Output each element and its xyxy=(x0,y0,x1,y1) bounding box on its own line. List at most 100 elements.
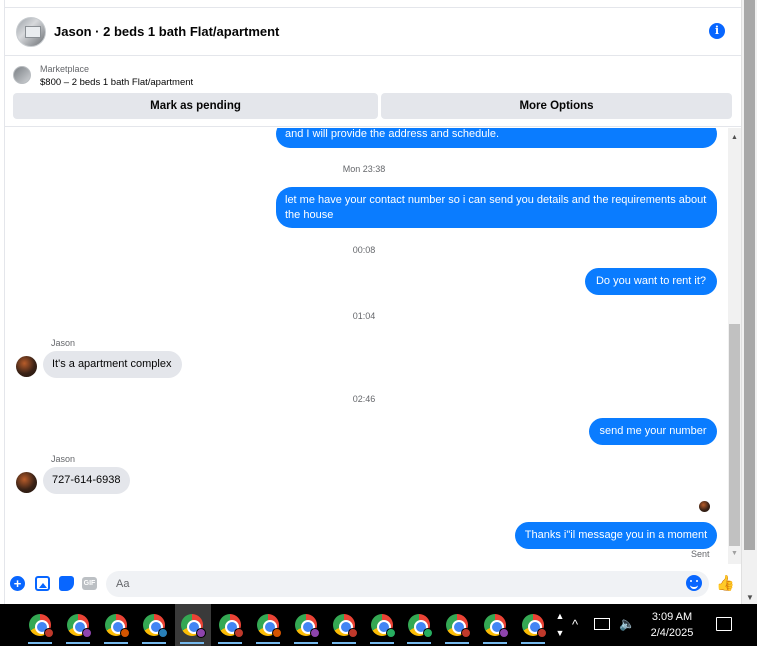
profile-badge xyxy=(272,628,282,638)
chrome-profile-icon[interactable] xyxy=(101,610,131,644)
page-scrollbar[interactable]: ▼ xyxy=(741,0,757,604)
outgoing-message: and I will provide the address and sched… xyxy=(276,128,717,148)
timestamp: 00:08 xyxy=(352,245,376,255)
chrome-profile-icon[interactable] xyxy=(215,610,245,644)
read-receipt-avatar xyxy=(699,501,710,512)
running-indicator xyxy=(142,642,166,644)
running-indicator xyxy=(332,642,356,644)
chat-window: Jason · 2 beds 1 bath Flat/apartment i M… xyxy=(4,0,741,604)
running-indicator xyxy=(294,642,318,644)
running-indicator xyxy=(218,642,242,644)
window-top-strip xyxy=(5,0,741,8)
clock-time: 3:09 AM xyxy=(651,611,693,623)
profile-badge xyxy=(386,628,396,638)
notification-center-icon[interactable] xyxy=(716,617,732,631)
chrome-profile-icon[interactable] xyxy=(291,610,321,644)
running-indicator xyxy=(28,642,52,644)
incoming-message: 727-614-6938 xyxy=(43,467,130,494)
profile-badge xyxy=(423,628,433,638)
running-indicator xyxy=(256,642,280,644)
plus-icon[interactable]: + xyxy=(10,576,25,591)
running-indicator xyxy=(370,642,394,644)
outgoing-message: send me your number xyxy=(589,418,717,445)
running-indicator xyxy=(66,642,90,644)
chrome-profile-icon[interactable] xyxy=(139,610,169,644)
taskbar-scroll-chevron-icon[interactable]: ▲ ▼ xyxy=(553,608,567,642)
scroll-down-arrow-icon[interactable]: ▼ xyxy=(728,550,741,560)
running-indicator xyxy=(521,642,545,644)
outgoing-message: Do you want to rent it? xyxy=(585,268,717,295)
mark-as-pending-button[interactable]: Mark as pending xyxy=(13,93,378,119)
timestamp: 01:04 xyxy=(352,311,376,321)
sender-name: Jason xyxy=(51,338,76,348)
profile-badge xyxy=(44,628,54,638)
chrome-profile-icon[interactable] xyxy=(63,610,93,644)
message-text: 727-614-6938 xyxy=(52,474,121,486)
profile-badge xyxy=(537,628,547,638)
chrome-profile-icon[interactable] xyxy=(442,610,472,644)
chrome-profile-icon[interactable] xyxy=(480,610,510,644)
listing-thumbnail[interactable] xyxy=(13,66,31,84)
network-icon[interactable] xyxy=(594,618,610,630)
message-text: send me your number xyxy=(599,425,707,437)
gif-icon[interactable]: GIF xyxy=(82,577,97,590)
running-indicator xyxy=(483,642,507,644)
timestamp: 02:46 xyxy=(352,394,376,404)
timestamp: Mon 23:38 xyxy=(342,164,386,174)
listing-title[interactable]: $800 – 2 beds 1 bath Flat/apartment xyxy=(40,77,193,88)
profile-badge xyxy=(499,628,509,638)
chrome-profile-icon[interactable] xyxy=(404,610,434,644)
chrome-profile-icon[interactable] xyxy=(253,610,283,644)
more-options-button[interactable]: More Options xyxy=(381,93,732,119)
page-scroll-down-icon[interactable]: ▼ xyxy=(742,593,757,602)
info-icon[interactable]: i xyxy=(709,23,725,39)
scroll-thumb[interactable] xyxy=(729,324,740,546)
running-indicator xyxy=(407,642,431,644)
profile-badge xyxy=(234,628,244,638)
attach-image-icon[interactable] xyxy=(35,576,50,591)
message-text: let me have your contact number so i can… xyxy=(285,194,707,221)
message-text: It's a apartment complex xyxy=(52,358,172,370)
profile-badge xyxy=(348,628,358,638)
profile-badge xyxy=(461,628,471,638)
page-scroll-thumb[interactable] xyxy=(744,0,755,550)
conversation-avatar[interactable] xyxy=(16,16,46,47)
message-text: and I will provide the address and sched… xyxy=(285,128,500,140)
running-indicator xyxy=(104,642,128,644)
sticker-icon[interactable] xyxy=(59,576,74,591)
chrome-profile-icon[interactable] xyxy=(367,610,397,644)
listing-source: Marketplace xyxy=(40,64,90,74)
chrome-profile-icon[interactable] xyxy=(25,610,55,644)
chrome-profile-icon[interactable] xyxy=(177,610,207,644)
scroll-up-arrow-icon[interactable]: ▲ xyxy=(728,134,741,144)
chrome-profile-icon[interactable] xyxy=(329,610,359,644)
sender-avatar[interactable] xyxy=(16,472,37,493)
conversation-title[interactable]: Jason · 2 beds 1 bath Flat/apartment xyxy=(54,24,279,39)
volume-icon[interactable]: 🔈 xyxy=(619,616,635,632)
chrome-profile-icon[interactable] xyxy=(518,610,548,644)
system-clock[interactable]: 3:09 AM 2/4/2025 xyxy=(640,609,704,641)
sent-status: Sent xyxy=(691,549,710,559)
profile-badge xyxy=(158,628,168,638)
incoming-message: It's a apartment complex xyxy=(43,351,182,378)
profile-badge xyxy=(196,628,206,638)
profile-badge xyxy=(310,628,320,638)
message-thread: and I will provide the address and sched… xyxy=(5,128,724,564)
message-scrollbar[interactable]: ▲ ▼ xyxy=(728,128,741,564)
running-indicator xyxy=(445,642,469,644)
tray-overflow-icon[interactable]: ^ xyxy=(572,617,578,632)
chat-header: Jason · 2 beds 1 bath Flat/apartment i xyxy=(5,8,741,56)
marketplace-listing-panel: Marketplace $800 – 2 beds 1 bath Flat/ap… xyxy=(5,57,741,127)
sender-avatar[interactable] xyxy=(16,356,37,377)
profile-badge xyxy=(120,628,130,638)
emoji-icon[interactable] xyxy=(686,575,702,591)
profile-badge xyxy=(82,628,92,638)
outgoing-message: Thanks i"il message you in a moment xyxy=(515,522,717,549)
message-text: Thanks i"il message you in a moment xyxy=(524,529,708,541)
running-indicator xyxy=(180,642,204,644)
message-input[interactable] xyxy=(106,571,709,597)
thumbs-up-icon[interactable]: 👍 xyxy=(716,575,735,592)
sender-name: Jason xyxy=(51,454,76,464)
outgoing-message: let me have your contact number so i can… xyxy=(276,187,717,228)
message-text: Do you want to rent it? xyxy=(595,275,707,287)
